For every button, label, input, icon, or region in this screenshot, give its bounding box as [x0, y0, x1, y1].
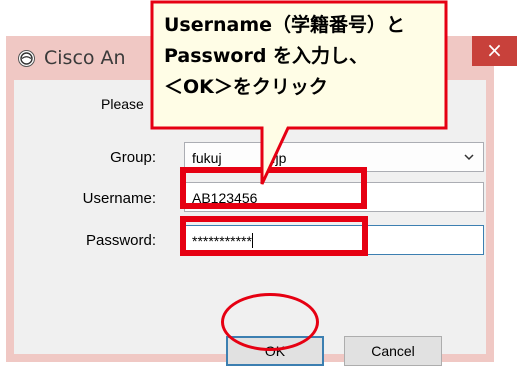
callout-line-2: Password を入力し、 — [164, 45, 369, 67]
callout-line-1: Username（学籍番号）と — [164, 14, 406, 36]
callout-line-3: ＜OK＞をクリック — [164, 76, 328, 98]
callout-text: Username（学籍番号）と Password を入力し、 ＜OK＞をクリック — [164, 10, 444, 103]
